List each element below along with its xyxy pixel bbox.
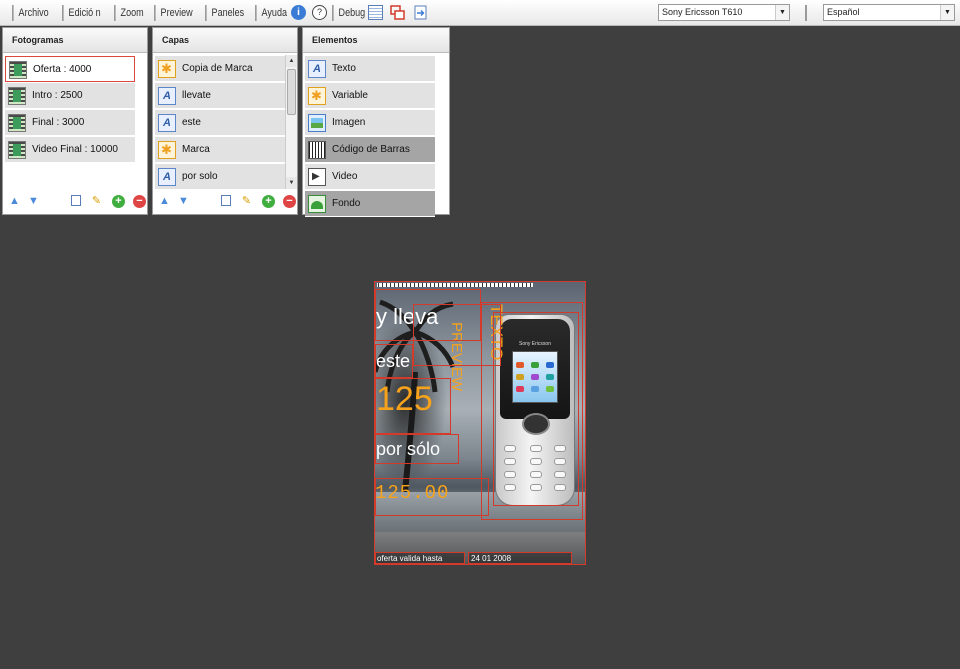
- edit-icon[interactable]: ✎: [90, 195, 103, 208]
- list-item-label: por solo: [182, 171, 218, 182]
- help-icon[interactable]: ?: [312, 5, 327, 20]
- list-item-label: llevate: [182, 90, 211, 101]
- variable-icon: [158, 60, 176, 78]
- move-up-icon[interactable]: ▲: [158, 195, 171, 208]
- capas-title: Capas: [153, 28, 297, 53]
- separator: [805, 5, 807, 21]
- export-icon[interactable]: [413, 5, 428, 20]
- list-item[interactable]: Final : 3000: [5, 110, 135, 136]
- fotogramas-title: Fotogramas: [3, 28, 147, 53]
- menu-preview[interactable]: Preview: [154, 5, 193, 21]
- list-item-label: Texto: [332, 63, 356, 74]
- duplicate-icon[interactable]: [221, 195, 231, 206]
- move-down-icon[interactable]: ▼: [177, 195, 190, 208]
- chevron-down-icon[interactable]: ▼: [940, 5, 954, 20]
- device-select[interactable]: Sony Ericsson T610 ▼: [658, 4, 790, 21]
- menu-paneles[interactable]: Paneles: [205, 5, 244, 21]
- scroll-thumb[interactable]: [287, 69, 296, 115]
- list-item-label: Código de Barras: [332, 144, 410, 155]
- chevron-down-icon[interactable]: ▼: [775, 5, 789, 20]
- capas-panel: Capas Copia de Marca llevate este Marca …: [152, 27, 298, 215]
- document-list-icon[interactable]: [368, 5, 383, 20]
- duplicate-icon[interactable]: [71, 195, 81, 206]
- capas-scrollbar[interactable]: ▲ ▼: [285, 55, 297, 189]
- list-item-label: Final : 3000: [32, 117, 85, 128]
- fotogramas-panel: Fotogramas Oferta : 4000 Intro : 2500 Fi…: [2, 27, 148, 215]
- list-item[interactable]: llevate: [155, 83, 285, 109]
- layers-icon[interactable]: [390, 5, 405, 20]
- list-item-label: Imagen: [332, 117, 366, 128]
- delete-icon[interactable]: −: [283, 195, 296, 208]
- list-item[interactable]: Código de Barras: [305, 137, 435, 163]
- offer-valid-text[interactable]: oferta valida hasta: [375, 552, 465, 564]
- language-select-value: Español: [827, 7, 860, 17]
- barcode-element[interactable]: [377, 283, 533, 287]
- menu-bar: Archivo Edició n Zoom Preview Paneles Ay…: [0, 0, 960, 26]
- text-icon: [158, 114, 176, 132]
- list-item-label: Marca: [182, 144, 210, 155]
- menu-archivo[interactable]: Archivo: [12, 5, 49, 21]
- device-select-value: Sony Ericsson T610: [662, 7, 743, 17]
- add-icon[interactable]: +: [112, 195, 125, 208]
- list-item[interactable]: Oferta : 4000: [5, 56, 135, 82]
- menu-edicion[interactable]: Edició n: [62, 5, 101, 21]
- list-item-label: Fondo: [332, 198, 361, 209]
- text-icon: [158, 87, 176, 105]
- list-item[interactable]: Intro : 2500: [5, 83, 135, 109]
- scroll-up-icon[interactable]: ▲: [286, 55, 297, 67]
- fotogramas-toolbar: ▲ ▼ ✎ + −: [3, 188, 147, 214]
- list-item-label: Variable: [332, 90, 368, 101]
- film-icon: [8, 114, 26, 132]
- edit-icon[interactable]: ✎: [240, 195, 253, 208]
- info-icon[interactable]: i: [291, 5, 306, 20]
- list-item-label: Copia de Marca: [182, 63, 253, 74]
- capas-toolbar: ▲ ▼ ✎ + −: [153, 188, 297, 214]
- barcode-icon: [308, 141, 326, 159]
- film-icon: [9, 61, 27, 79]
- move-down-icon[interactable]: ▼: [27, 195, 40, 208]
- list-item-label: Video Final : 10000: [32, 144, 118, 155]
- selection-box[interactable]: [375, 478, 489, 516]
- variable-icon: [158, 141, 176, 159]
- film-icon: [8, 87, 26, 105]
- list-item-label: Intro : 2500: [32, 90, 83, 101]
- list-item[interactable]: Video: [305, 164, 435, 190]
- list-item[interactable]: Imagen: [305, 110, 435, 136]
- list-item[interactable]: este: [155, 110, 285, 136]
- menu-ayuda[interactable]: Ayuda: [255, 5, 287, 21]
- selection-box[interactable]: [375, 378, 451, 434]
- menu-zoom[interactable]: Zoom: [114, 5, 144, 21]
- video-icon: [308, 168, 326, 186]
- elementos-title: Elementos: [303, 28, 449, 53]
- list-item[interactable]: Video Final : 10000: [5, 137, 135, 163]
- selection-box[interactable]: [375, 344, 413, 378]
- menu-debug[interactable]: Debug: [332, 5, 365, 21]
- list-item[interactable]: Texto: [305, 56, 435, 82]
- list-item[interactable]: Variable: [305, 83, 435, 109]
- list-item-label: Video: [332, 171, 358, 182]
- film-icon: [8, 141, 26, 159]
- text-icon: [158, 168, 176, 186]
- list-item[interactable]: por solo: [155, 164, 285, 190]
- date-text[interactable]: 24 01 2008: [468, 552, 572, 564]
- move-up-icon[interactable]: ▲: [8, 195, 21, 208]
- delete-icon[interactable]: −: [133, 195, 146, 208]
- variable-icon: [308, 87, 326, 105]
- selection-box[interactable]: [493, 312, 579, 506]
- list-item[interactable]: Copia de Marca: [155, 56, 285, 82]
- design-canvas[interactable]: Sony Ericsson y lleva este 125 por sólo …: [374, 281, 586, 565]
- language-select[interactable]: Español ▼: [823, 4, 955, 21]
- image-icon: [308, 114, 326, 132]
- list-item[interactable]: Marca: [155, 137, 285, 163]
- background-icon: [308, 195, 326, 213]
- list-item-label: Oferta : 4000: [33, 64, 92, 75]
- list-item[interactable]: Fondo: [305, 191, 435, 217]
- add-icon[interactable]: +: [262, 195, 275, 208]
- list-item-label: este: [182, 117, 201, 128]
- text-icon: [308, 60, 326, 78]
- selection-box[interactable]: [375, 434, 459, 464]
- elementos-panel: Elementos Texto Variable Imagen Código d…: [302, 27, 450, 217]
